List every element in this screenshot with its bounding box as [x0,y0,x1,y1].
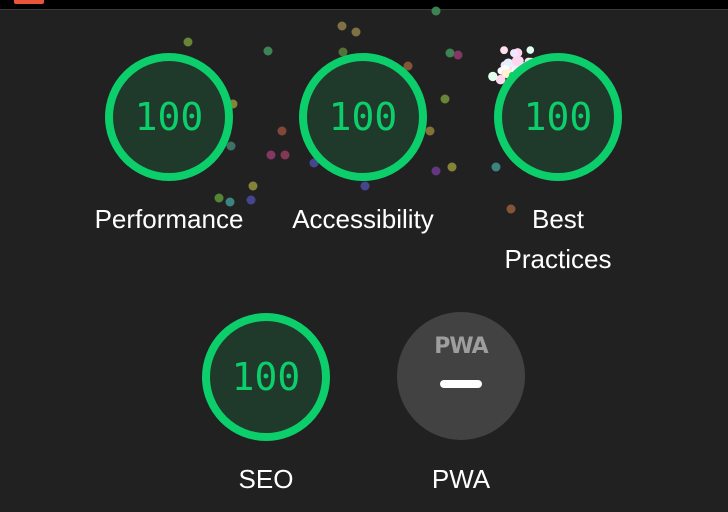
label-best-practices-line2: Practices [504,244,612,274]
confetti-dot [277,126,287,136]
gauge-performance[interactable]: 100 [103,51,235,183]
gauge-seo[interactable]: 100 [200,311,332,443]
confetti-dot [337,21,347,31]
label-accessibility[interactable]: Accessibility [253,199,473,239]
confetti-dot [447,162,457,172]
label-seo[interactable]: SEO [156,459,376,499]
lighthouse-logo-icon [14,0,44,4]
score-best-practices: 100 [523,95,593,139]
gauge-accessibility[interactable]: 100 [297,51,429,183]
pwa-dash-icon [440,380,482,388]
pwa-badge-text: PWA [434,334,488,359]
label-performance[interactable]: Performance [59,199,279,239]
label-pwa[interactable]: PWA [351,459,571,499]
confetti-dot [280,150,290,160]
score-performance: 100 [134,95,204,139]
label-best-practices[interactable]: Best Practices [448,199,668,279]
confetti-dot [445,48,455,58]
confetti-dot [440,94,450,104]
confetti-dot [453,50,463,60]
top-toolbar [0,0,728,10]
label-best-practices-line1: Best [531,204,585,234]
pwa-badge-icon[interactable]: PWA [397,312,525,440]
confetti-dot [266,150,276,160]
score-accessibility: 100 [328,95,398,139]
confetti-dot [351,27,361,37]
gauge-best-practices[interactable]: 100 [492,51,624,183]
confetti-dot [263,46,273,56]
confetti-dot [248,181,258,191]
confetti-dot [431,166,441,176]
score-seo: 100 [231,355,301,399]
confetti-dot [183,37,193,47]
